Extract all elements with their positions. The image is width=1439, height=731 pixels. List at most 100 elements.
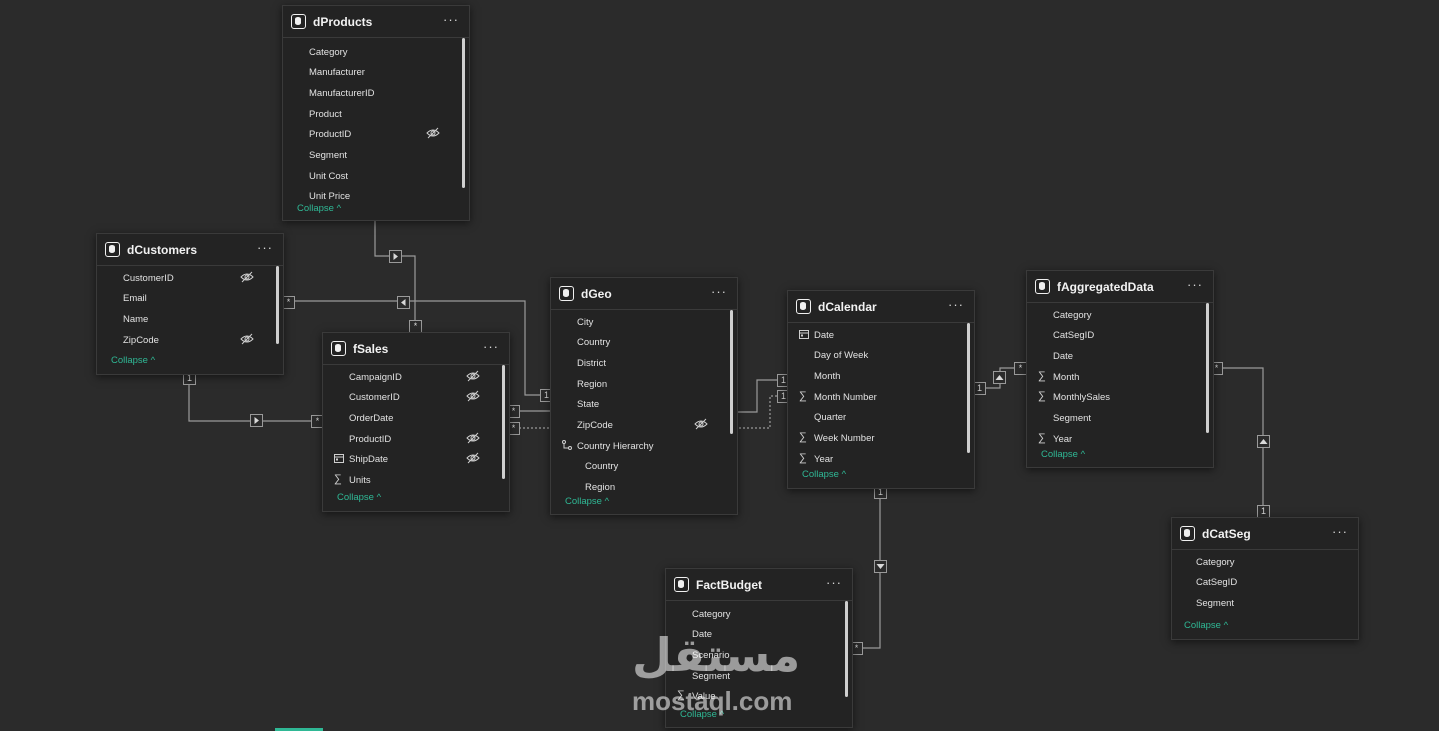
field-row[interactable]: Quarter (788, 408, 974, 428)
field-name: Region (585, 482, 616, 493)
field-row[interactable]: CustomerID (97, 269, 283, 289)
field-row[interactable]: CustomerID (323, 388, 509, 408)
more-options-button[interactable]: ··· (1332, 524, 1348, 539)
more-options-button[interactable]: ··· (948, 297, 964, 312)
field-row[interactable]: Category (666, 605, 852, 625)
table-title: dCustomers (127, 243, 198, 257)
table-icon (559, 286, 574, 301)
more-options-button[interactable]: ··· (443, 12, 459, 27)
scrollbar[interactable] (730, 310, 733, 434)
table-header[interactable]: fSales ··· (323, 333, 509, 365)
field-row[interactable]: Category (1027, 306, 1213, 326)
field-row[interactable]: CampaignID (323, 368, 509, 388)
table-header[interactable]: dCatSeg ··· (1172, 518, 1358, 550)
field-row[interactable]: Date (1027, 347, 1213, 367)
field-row[interactable]: Region (551, 375, 737, 395)
hidden-eye-icon (240, 333, 254, 345)
collapse-button[interactable]: Collapse ^ (565, 496, 609, 507)
field-row[interactable]: ShipDate (323, 450, 509, 470)
field-row[interactable]: State (551, 395, 737, 415)
field-name: Units (349, 475, 371, 486)
hidden-eye-icon (466, 390, 480, 402)
collapse-button[interactable]: Collapse ^ (1041, 449, 1085, 460)
field-row[interactable]: ∑ Month Number (788, 388, 974, 408)
field-row[interactable]: Segment (1172, 594, 1358, 614)
field-row[interactable]: CatSegID (1172, 573, 1358, 593)
sum-icon: ∑ (1038, 390, 1046, 402)
table-header[interactable]: fAggregatedData ··· (1027, 271, 1213, 303)
field-row[interactable]: ∑ Year (788, 450, 974, 470)
field-row[interactable]: Country Hierarchy (551, 437, 737, 457)
field-name: MonthlySales (1053, 392, 1111, 403)
table-card-faggregateddata[interactable]: fAggregatedData ··· Category CatSegID Da… (1026, 270, 1214, 468)
scrollbar[interactable] (276, 266, 279, 344)
field-row[interactable]: Product (283, 105, 469, 125)
calendar-icon (799, 330, 809, 339)
field-row[interactable]: OrderDate (323, 409, 509, 429)
hidden-eye-icon (426, 127, 440, 139)
scrollbar[interactable] (967, 323, 970, 453)
scrollbar[interactable] (1206, 303, 1209, 433)
field-row[interactable]: ZipCode (97, 331, 283, 351)
table-title: dGeo (581, 287, 612, 301)
field-row[interactable]: Category (283, 43, 469, 63)
field-row[interactable]: Email (97, 289, 283, 309)
field-row[interactable]: ZipCode (551, 416, 737, 436)
more-options-button[interactable]: ··· (257, 240, 273, 255)
table-card-dcatseg[interactable]: dCatSeg ··· Category CatSegID Segment Co… (1171, 517, 1359, 640)
collapse-button[interactable]: Collapse ^ (297, 203, 341, 214)
table-header[interactable]: dCalendar ··· (788, 291, 974, 323)
more-options-button[interactable]: ··· (483, 339, 499, 354)
table-card-dcustomers[interactable]: dCustomers ··· CustomerID Email Name Zip… (96, 233, 284, 375)
field-row[interactable]: ∑ Month (1027, 368, 1213, 388)
field-row[interactable]: Month (788, 367, 974, 387)
field-row[interactable]: Manufacturer (283, 63, 469, 83)
field-name: Name (123, 314, 149, 325)
field-name: District (577, 358, 607, 369)
field-row[interactable]: City (551, 313, 737, 333)
more-options-button[interactable]: ··· (711, 284, 727, 299)
field-row[interactable]: Country (551, 333, 737, 353)
table-header[interactable]: FactBudget ··· (666, 569, 852, 601)
scrollbar[interactable] (845, 601, 848, 697)
field-name: Segment (1196, 598, 1235, 609)
field-row[interactable]: Date (788, 326, 974, 346)
field-row[interactable]: CatSegID (1027, 326, 1213, 346)
field-row[interactable]: Name (97, 310, 283, 330)
table-card-dproducts[interactable]: dProducts ··· Category Manufacturer Manu… (282, 5, 470, 221)
table-card-fsales[interactable]: fSales ··· CampaignID CustomerID OrderDa… (322, 332, 510, 512)
collapse-button[interactable]: Collapse ^ (802, 469, 846, 480)
field-name: Country Hierarchy (577, 441, 654, 452)
scrollbar[interactable] (502, 365, 505, 479)
field-row[interactable]: Region (551, 478, 737, 498)
field-row[interactable]: Category (1172, 553, 1358, 573)
collapse-button[interactable]: Collapse ^ (111, 355, 155, 366)
direction-arrow-icon (993, 371, 1006, 384)
scrollbar[interactable] (462, 38, 465, 188)
field-row[interactable]: Day of Week (788, 346, 974, 366)
field-row[interactable]: ProductID (323, 430, 509, 450)
collapse-button[interactable]: Collapse ^ (337, 492, 381, 503)
table-header[interactable]: dGeo ··· (551, 278, 737, 310)
table-card-dgeo[interactable]: dGeo ··· City Country District Region St… (550, 277, 738, 515)
table-icon (105, 242, 120, 257)
field-row[interactable]: Segment (1027, 409, 1213, 429)
field-row[interactable]: ∑ Units (323, 471, 509, 491)
table-header[interactable]: dCustomers ··· (97, 234, 283, 266)
field-row[interactable]: District (551, 354, 737, 374)
field-row[interactable]: ProductID (283, 125, 469, 145)
field-row[interactable]: ∑ MonthlySales (1027, 388, 1213, 408)
table-card-dcalendar[interactable]: dCalendar ··· Date Day of Week Month ∑ M… (787, 290, 975, 489)
field-row[interactable]: ∑ Week Number (788, 429, 974, 449)
collapse-button[interactable]: Collapse ^ (1184, 620, 1228, 631)
field-row[interactable]: ManufacturerID (283, 84, 469, 104)
more-options-button[interactable]: ··· (1187, 277, 1203, 292)
field-name: Day of Week (814, 350, 869, 361)
more-options-button[interactable]: ··· (826, 575, 842, 590)
direction-arrow-icon (874, 560, 887, 573)
field-row[interactable]: Unit Cost (283, 167, 469, 187)
table-header[interactable]: dProducts ··· (283, 6, 469, 38)
field-row[interactable]: Segment (283, 146, 469, 166)
field-row[interactable]: ∑ Year (1027, 430, 1213, 450)
field-row[interactable]: Country (551, 457, 737, 477)
